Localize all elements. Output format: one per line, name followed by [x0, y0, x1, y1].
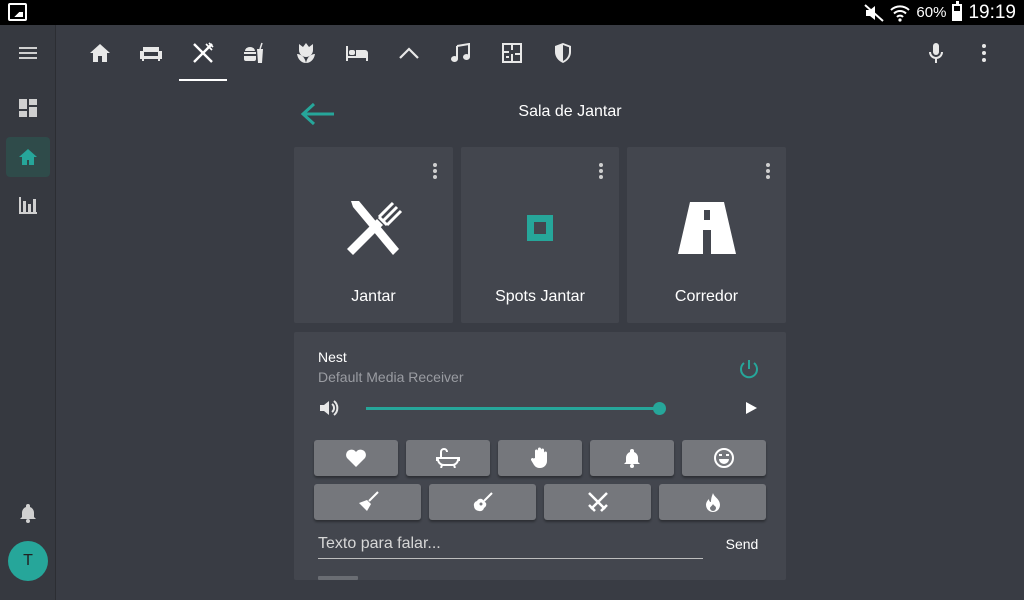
tts-input[interactable]: Texto para falar... [318, 535, 703, 559]
road-icon [677, 202, 736, 254]
volume-slider-knob[interactable] [653, 402, 666, 415]
quick-button-guitar[interactable] [429, 484, 536, 520]
bathtub-icon [436, 448, 460, 468]
entity-card-jantar[interactable]: Jantar [294, 147, 453, 323]
music-icon [451, 43, 470, 62]
top-bar [56, 25, 1024, 81]
menu-icon [19, 47, 37, 59]
bell-icon [20, 504, 36, 523]
play-button[interactable] [744, 401, 758, 415]
sofa-icon [140, 47, 162, 61]
home-icon [19, 149, 37, 165]
sidebar-item-notifications[interactable] [6, 493, 50, 533]
volume-button[interactable] [318, 398, 342, 418]
bell-icon [624, 449, 640, 468]
quick-button-heart[interactable] [314, 440, 398, 476]
flower-icon [297, 43, 315, 63]
scrollbar[interactable] [318, 576, 358, 580]
food-drink-icon [244, 42, 263, 63]
smile-icon [714, 448, 734, 468]
tab-dining-room[interactable] [179, 25, 227, 81]
volume-slider[interactable] [366, 407, 659, 410]
media-player-name: Nest [318, 349, 347, 365]
send-button[interactable]: Send [722, 536, 762, 552]
gallery-icon [8, 3, 27, 21]
tab-floor-plan[interactable] [488, 25, 536, 81]
clock: 19:19 [968, 1, 1016, 23]
quick-button-smile[interactable] [682, 440, 766, 476]
sidebar-item-history[interactable] [6, 185, 50, 225]
avatar-initial: T [23, 552, 33, 569]
guitar-icon [473, 492, 493, 512]
tab-garden[interactable] [282, 25, 330, 81]
tab-attic[interactable] [385, 25, 433, 81]
square-light-icon [527, 215, 553, 241]
entity-card-label: Jantar [351, 288, 396, 305]
sidebar-item-overview[interactable] [6, 88, 50, 128]
tab-home[interactable] [76, 25, 124, 81]
more-vertical-icon[interactable] [593, 159, 609, 183]
quick-button-swords[interactable] [544, 484, 651, 520]
cutlery-icon [346, 201, 402, 255]
microphone-icon [929, 43, 943, 63]
mute-icon [864, 3, 885, 22]
bed-icon [346, 46, 368, 61]
arrow-left-icon [300, 102, 334, 126]
sidebar-item-home[interactable] [6, 137, 50, 177]
roof-icon [399, 47, 419, 59]
avatar[interactable]: T [8, 541, 48, 581]
swords-icon [587, 492, 608, 512]
tab-music[interactable] [436, 25, 484, 81]
tab-living-room[interactable] [127, 25, 175, 81]
page-title: Sala de Jantar [518, 103, 622, 120]
entity-card-spots-jantar[interactable]: Spots Jantar [461, 147, 619, 323]
battery-percentage: 60% [916, 4, 947, 21]
hand-icon [530, 447, 547, 469]
tab-security[interactable] [539, 25, 587, 81]
cutlery-icon [193, 42, 214, 63]
entity-card-label: Corredor [674, 288, 739, 305]
voice-command-button[interactable] [912, 25, 960, 81]
heart-icon [346, 449, 366, 467]
more-vertical-icon[interactable] [760, 159, 776, 183]
more-vertical-icon[interactable] [427, 159, 443, 183]
quick-button-bathtub[interactable] [406, 440, 490, 476]
power-button[interactable] [738, 358, 762, 382]
media-player-source: Default Media Receiver [318, 369, 464, 385]
entity-card-corredor[interactable]: Corredor [627, 147, 786, 323]
broom-icon [358, 491, 379, 511]
fire-icon [705, 493, 720, 512]
quick-button-bell[interactable] [590, 440, 674, 476]
sidebar: T [0, 25, 56, 600]
more-vertical-icon [982, 44, 986, 62]
back-button[interactable] [300, 98, 340, 130]
tab-bedroom[interactable] [333, 25, 381, 81]
quick-button-hand[interactable] [498, 440, 582, 476]
media-player-card: Nest Default Media Receiver Texto para f… [294, 332, 786, 580]
entity-card-label: Spots Jantar [495, 288, 585, 305]
quick-button-broom[interactable] [314, 484, 421, 520]
bar-chart-icon [19, 197, 37, 214]
wifi-icon [890, 4, 911, 22]
floor-plan-icon [502, 43, 522, 63]
more-options-button[interactable] [960, 25, 1008, 81]
dashboard-icon [19, 99, 37, 117]
menu-button[interactable] [6, 33, 50, 73]
play-icon [746, 402, 757, 414]
home-icon [90, 44, 110, 62]
quick-button-fire[interactable] [659, 484, 766, 520]
power-icon [740, 360, 758, 379]
shield-icon [555, 43, 571, 63]
battery-icon [952, 1, 963, 21]
tab-kitchen[interactable] [230, 25, 278, 81]
status-bar: 60% 19:19 [0, 0, 1024, 25]
volume-icon [320, 400, 339, 416]
